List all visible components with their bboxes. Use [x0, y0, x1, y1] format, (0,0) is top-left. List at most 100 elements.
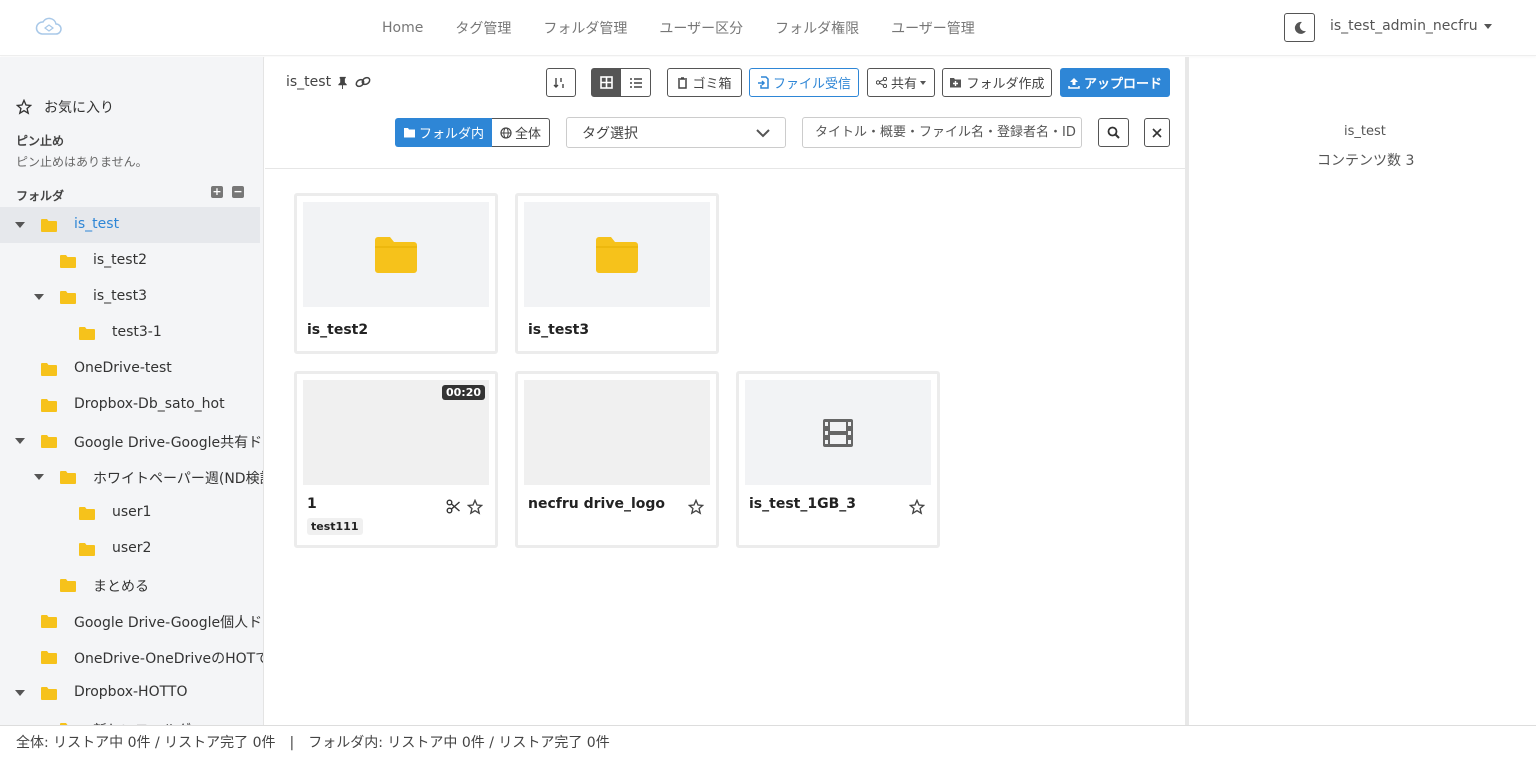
share-dropdown[interactable]: 共有 — [867, 68, 935, 97]
file-card[interactable]: is_test_1GB_3 — [736, 371, 940, 548]
tree-item[interactable]: is_test — [0, 207, 260, 243]
main-nav: Home タグ管理 フォルダ管理 ユーザー区分 フォルダ権限 ユーザー管理 — [366, 0, 991, 56]
search-button[interactable] — [1098, 118, 1129, 147]
receive-file-label: ファイル受信 — [772, 77, 851, 92]
list-icon — [629, 77, 642, 88]
tree-item-label: ホワイトペーパー週(ND検討) — [93, 471, 264, 487]
user-menu[interactable]: is_test_admin_necfru — [1330, 18, 1492, 34]
tree-item-label: Dropbox-Db_sato_hot — [74, 396, 225, 412]
scope-all-label: 全体 — [514, 127, 541, 142]
caret-down-icon[interactable] — [15, 690, 25, 696]
dark-mode-toggle[interactable] — [1284, 13, 1315, 42]
file-card[interactable]: 00:20 1 test111 — [294, 371, 498, 548]
sort-button[interactable] — [546, 68, 576, 97]
folder-icon — [596, 236, 638, 273]
tree-item-label: user1 — [112, 504, 152, 520]
tree-item[interactable]: Dropbox-Db_sato_hot — [0, 387, 263, 423]
folder-icon — [375, 236, 417, 273]
folder-icon — [41, 399, 57, 412]
nav-user-category[interactable]: ユーザー区分 — [651, 18, 751, 38]
list-view-button[interactable] — [621, 68, 651, 97]
nav-folder-permission[interactable]: フォルダ権限 — [767, 18, 867, 38]
folder-card-name: is_test2 — [307, 322, 369, 338]
trash-button[interactable]: ゴミ箱 — [667, 68, 742, 97]
caret-down-icon[interactable] — [15, 438, 25, 444]
details-content-count: コンテンツ数 3 — [1317, 153, 1415, 169]
scope-in-folder-label: フォルダ内 — [418, 127, 484, 142]
upload-icon — [1068, 77, 1080, 89]
tag-select-dropdown[interactable]: タグ選択 — [566, 117, 786, 148]
folder-icon — [41, 651, 57, 664]
nav-folder-management[interactable]: フォルダ管理 — [535, 18, 635, 38]
create-folder-button[interactable]: フォルダ作成 — [942, 68, 1052, 97]
favorites-link[interactable]: お気に入り — [16, 97, 114, 117]
tree-item-label: test3-1 — [112, 324, 162, 340]
folder-card[interactable]: is_test3 — [515, 193, 719, 354]
grid-view-button[interactable] — [591, 68, 621, 97]
nav-tag-management[interactable]: タグ管理 — [447, 18, 519, 38]
folder-icon — [79, 507, 95, 520]
tree-item[interactable]: OneDrive-OneDriveのHOTで — [0, 639, 263, 675]
top-navbar: Home タグ管理 フォルダ管理 ユーザー区分 フォルダ権限 ユーザー管理 is… — [0, 0, 1536, 56]
restore-status-bar: 全体: リストア中 0件 / リストア完了 0件 | フォルダ内: リストア中 … — [0, 725, 1536, 758]
folder-icon — [41, 615, 57, 628]
folder-card[interactable]: is_test2 — [294, 193, 498, 354]
folder-icon — [60, 579, 76, 592]
star-outline-icon[interactable] — [688, 499, 704, 515]
caret-down-icon[interactable] — [34, 474, 44, 480]
pin-empty-text: ピン止めはありません。 — [16, 155, 148, 169]
tree-item[interactable]: Google Drive-Google共有ドライブ — [0, 423, 263, 459]
folder-icon — [79, 327, 95, 340]
receive-file-button[interactable]: ファイル受信 — [749, 68, 859, 97]
share-label: 共有 — [890, 77, 917, 92]
tree-item[interactable]: is_test2 — [0, 243, 263, 279]
star-outline-icon[interactable] — [467, 499, 483, 515]
tree-item[interactable]: 新しいフォルダー — [0, 711, 263, 725]
folder-sidebar: お気に入り ピン止め ピン止めはありません。 フォルダ + − is_test i… — [0, 57, 264, 725]
expand-all-icon[interactable]: + — [211, 186, 223, 198]
tree-item-label: is_test2 — [93, 252, 147, 268]
file-card[interactable]: necfru drive_logo — [515, 371, 719, 548]
tree-item[interactable]: Dropbox-HOTTO — [0, 675, 263, 711]
folder-icon — [60, 291, 76, 304]
moon-icon — [1294, 21, 1306, 34]
video-duration: 00:20 — [441, 385, 485, 400]
folder-icon — [41, 363, 57, 376]
pin-section-label: ピン止め — [16, 134, 65, 148]
tag-chip[interactable]: test111 — [307, 518, 363, 535]
pin-icon[interactable] — [337, 76, 349, 89]
video-thumbnail: 00:20 — [303, 380, 489, 485]
caret-down-icon[interactable] — [34, 294, 44, 300]
star-outline-icon — [16, 99, 32, 115]
scissors-icon[interactable] — [446, 499, 461, 514]
tree-item[interactable]: OneDrive-test — [0, 351, 263, 387]
search-scope-toggle: フォルダ内 全体 — [395, 118, 550, 147]
scope-all-button[interactable]: 全体 — [492, 118, 550, 147]
nav-home[interactable]: Home — [374, 20, 431, 36]
scope-in-folder-button[interactable]: フォルダ内 — [395, 118, 492, 147]
tree-item[interactable]: user1 — [0, 495, 263, 531]
search-input[interactable] — [802, 117, 1082, 148]
tree-item[interactable]: まとめる — [0, 567, 263, 603]
caret-down-icon — [920, 80, 926, 85]
caret-down-icon[interactable] — [15, 222, 25, 228]
tree-item-label: Dropbox-HOTTO — [74, 684, 188, 700]
tree-item[interactable]: is_test3 — [0, 279, 263, 315]
grid-icon — [599, 76, 613, 89]
nav-user-management[interactable]: ユーザー管理 — [883, 18, 983, 38]
link-icon[interactable] — [355, 76, 371, 88]
collapse-all-icon[interactable]: − — [232, 186, 244, 198]
upload-button[interactable]: アップロード — [1060, 68, 1170, 97]
star-outline-icon[interactable] — [909, 499, 925, 515]
folder-icon — [41, 687, 57, 700]
tree-item[interactable]: user2 — [0, 531, 263, 567]
create-folder-label: フォルダ作成 — [966, 77, 1045, 92]
file-card-name: is_test_1GB_3 — [749, 496, 856, 512]
app-logo-icon[interactable] — [34, 14, 64, 42]
tree-item[interactable]: ホワイトペーパー週(ND検討) — [0, 459, 264, 495]
folder-plus-icon — [950, 78, 962, 88]
clear-search-button[interactable] — [1144, 118, 1170, 147]
folder-card-name: is_test3 — [528, 322, 590, 338]
tree-item[interactable]: Google Drive-Google個人ドライブ — [0, 603, 263, 639]
tree-item[interactable]: test3-1 — [0, 315, 263, 351]
